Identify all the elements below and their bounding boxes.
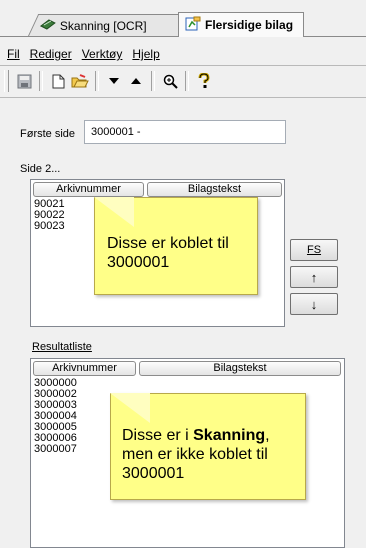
- toolbar-separator: [95, 71, 99, 91]
- toolbar-grip[interactable]: [4, 70, 9, 92]
- arrow-up-icon[interactable]: [125, 70, 147, 92]
- linked-pages-rows: 90021 90022 90023: [34, 199, 65, 232]
- menu-separator: [0, 65, 366, 66]
- result-rows: 3000000 3000002 3000003 3000004 3000005 …: [34, 378, 77, 455]
- save-icon[interactable]: [13, 70, 35, 92]
- help-icon[interactable]: [193, 70, 215, 92]
- menu-rediger[interactable]: Rediger: [30, 47, 72, 61]
- arrow-down-icon[interactable]: [103, 70, 125, 92]
- sticky-note-linked: Disse er koblet til 3000001: [94, 197, 258, 295]
- menu-bar: Fil Rediger Verktøy Hjelp: [0, 44, 366, 64]
- tab-skanning-label: Skanning [OCR]: [59, 18, 147, 33]
- list-item[interactable]: 3000007: [34, 444, 77, 455]
- menu-hjelp[interactable]: Hjelp: [132, 47, 159, 61]
- forste-side-label: Første side: [20, 128, 76, 140]
- arrow-down-icon: ↓: [310, 296, 318, 312]
- toolbar-separator: [185, 71, 189, 91]
- toolbar-separator: [39, 71, 43, 91]
- note-fold: [110, 393, 150, 423]
- note-fold: [94, 197, 134, 227]
- column-header-bilagstekst[interactable]: Bilagstekst: [147, 182, 282, 197]
- note-text: Disse er koblet til 3000001: [107, 235, 229, 271]
- menu-verktoy[interactable]: Verktøy: [82, 47, 123, 61]
- column-header-arkivnummer[interactable]: Arkivnummer: [33, 361, 136, 376]
- side-label: Side 2...: [20, 163, 61, 175]
- tab-flersidige-bilag-label: Flersidige bilag: [205, 18, 294, 32]
- tab-bar: Skanning [OCR] Flersidige bilag: [0, 0, 366, 40]
- open-folder-icon[interactable]: [69, 70, 91, 92]
- arrow-up-icon: ↑: [310, 269, 318, 285]
- column-header-arkivnummer[interactable]: Arkivnummer: [33, 182, 144, 197]
- tab-flersidige-bilag[interactable]: Flersidige bilag: [178, 12, 304, 37]
- scanner-icon: [39, 18, 56, 33]
- toolbar-separator: [151, 71, 155, 91]
- move-down-button[interactable]: ↓: [290, 293, 338, 315]
- forste-side-field[interactable]: 3000001 -: [84, 120, 286, 144]
- list-item[interactable]: 90023: [34, 221, 65, 232]
- note-text: Disse er i Skanning, men er ikke koblet …: [122, 427, 270, 482]
- toolbar: [4, 68, 215, 94]
- document-icon: [185, 16, 201, 34]
- toolbar-separator-line: [0, 97, 366, 98]
- fs-button[interactable]: FS: [290, 239, 338, 261]
- move-up-button[interactable]: ↑: [290, 266, 338, 288]
- menu-fil[interactable]: Fil: [7, 47, 20, 61]
- zoom-icon[interactable]: [159, 70, 181, 92]
- new-document-icon[interactable]: [47, 70, 69, 92]
- sticky-note-unlinked: Disse er i Skanning, men er ikke koblet …: [110, 393, 306, 500]
- column-header-bilagstekst[interactable]: Bilagstekst: [139, 361, 341, 376]
- resultatliste-label: Resultatliste: [32, 341, 92, 353]
